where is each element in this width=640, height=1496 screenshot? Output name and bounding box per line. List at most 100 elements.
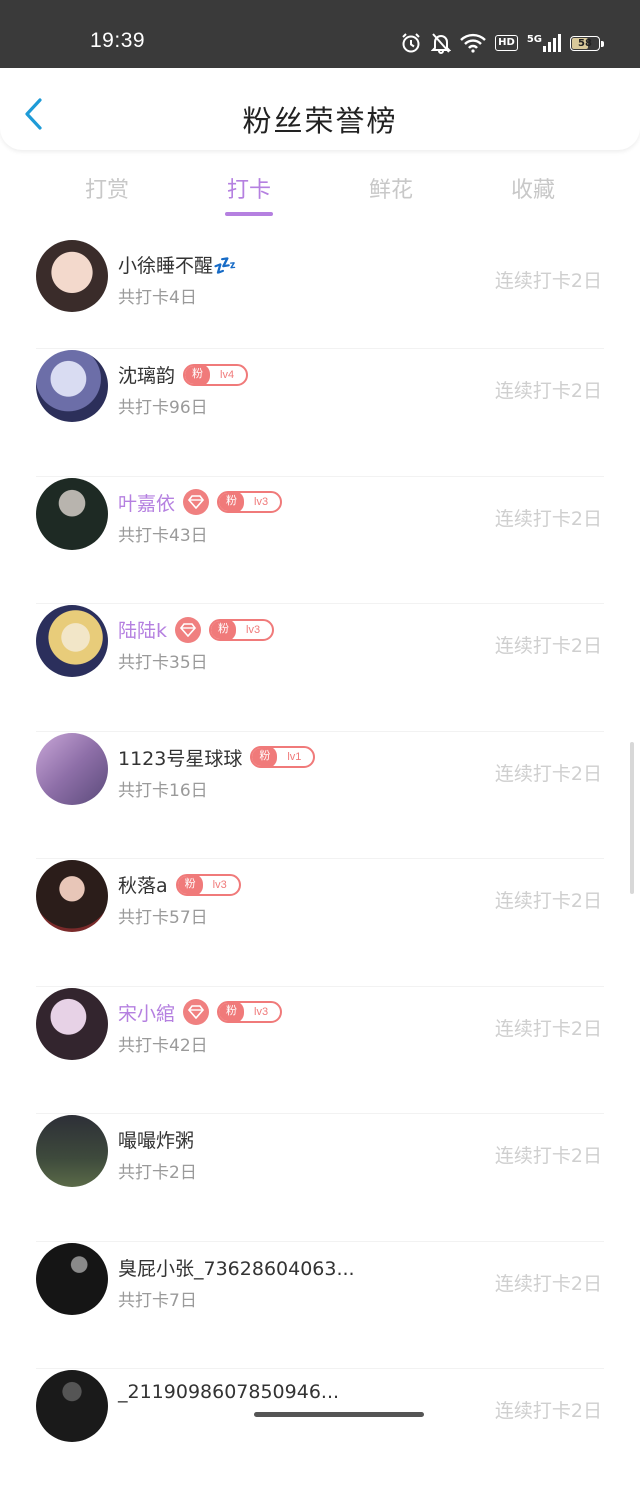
user-name: 1123号星球球	[118, 747, 243, 770]
list-item[interactable]: 1123号星球球 粉 lv1 共打卡16日 连续打卡2日	[0, 730, 640, 859]
diamond-icon	[183, 999, 210, 1025]
total-checkins: 共打卡42日	[118, 1035, 208, 1056]
level-label: lv3	[212, 878, 227, 891]
name-line: 臭屁小张_73628604063...	[118, 1254, 355, 1281]
user-name: 陆陆k	[118, 620, 168, 642]
row-divider	[36, 1368, 604, 1369]
list-item[interactable]: _2119098607850946... 连续打卡2日	[0, 1368, 640, 1496]
tab-label: 打赏	[84, 178, 129, 203]
user-name: 叶嘉依	[118, 492, 176, 515]
tab-favorites[interactable]: 收藏	[473, 172, 593, 204]
name-line: 沈璃韵 粉 lv4	[118, 361, 249, 388]
avatar[interactable]	[36, 860, 108, 932]
total-checkins: 共打卡35日	[118, 653, 208, 673]
total-checkins: 共打卡7日	[118, 1290, 197, 1311]
diamond-icon	[183, 489, 210, 515]
row-divider	[36, 348, 604, 349]
row-divider	[36, 858, 604, 859]
avatar[interactable]	[36, 1242, 108, 1315]
level-label: lv3	[254, 496, 269, 508]
scrollbar[interactable]	[630, 742, 634, 894]
avatar[interactable]	[36, 350, 108, 422]
streak-label: 连续打卡2日	[494, 270, 602, 292]
fan-label: 粉	[211, 620, 237, 639]
name-line: 1123号星球球 粉 lv1	[118, 744, 316, 771]
total-checkins: 共打卡4日	[118, 288, 197, 308]
fan-level-badge: 粉 lv4	[183, 363, 249, 386]
tab-label: 鲜花	[368, 178, 413, 203]
level-label: lv3	[254, 1006, 269, 1018]
user-name: _2119098607850946...	[118, 1381, 340, 1403]
streak-label: 连续打卡2日	[494, 762, 602, 785]
avatar[interactable]	[36, 477, 108, 550]
name-line: 宋小綰 粉 lv3	[118, 999, 283, 1026]
page-title: 粉丝荣誉榜	[242, 104, 398, 138]
home-indicator[interactable]	[254, 1412, 424, 1417]
list-item[interactable]: 秋落a 粉 lv3 共打卡57日 连续打卡2日	[0, 858, 640, 986]
level-label: lv4	[220, 368, 235, 381]
streak-label: 连续打卡2日	[494, 1400, 602, 1422]
streak-label: 连续打卡2日	[494, 1017, 602, 1040]
page-header: 粉丝荣誉榜	[0, 68, 640, 150]
user-name: 沈璃韵	[118, 365, 176, 387]
tab-reward[interactable]: 打赏	[47, 172, 167, 204]
avatar[interactable]	[36, 987, 108, 1060]
hd-icon: HD	[495, 35, 518, 51]
fan-label: 粉	[219, 493, 245, 511]
level-label: lv1	[287, 751, 302, 763]
tab-flowers[interactable]: 鲜花	[331, 172, 451, 204]
list-item[interactable]: 叶嘉依 粉 lv3 共打卡43日 连续打卡2日	[0, 475, 640, 604]
level-label: lv3	[246, 623, 261, 636]
wifi-icon	[460, 33, 487, 53]
fan-level-badge: 粉 lv3	[209, 618, 275, 641]
name-line: 嘬嘬炸粥	[118, 1126, 194, 1153]
list-item[interactable]: 沈璃韵 粉 lv4 共打卡96日 连续打卡2日	[0, 348, 640, 476]
fan-level-badge: 粉 lv3	[217, 1001, 283, 1023]
bell-off-icon	[431, 32, 452, 54]
streak-label: 连续打卡2日	[494, 1145, 602, 1167]
battery-icon: 58	[570, 35, 604, 51]
tab-checkin[interactable]: 打卡	[189, 172, 309, 216]
diamond-icon	[175, 616, 202, 643]
tab-active-indicator	[225, 212, 273, 216]
battery-level: 58	[578, 37, 592, 49]
streak-label: 连续打卡2日	[494, 1272, 602, 1295]
list-item[interactable]: 陆陆k 粉 lv3 共打卡35日 连续打卡2日	[0, 603, 640, 731]
fan-label: 粉	[219, 1003, 245, 1021]
streak-label: 连续打卡2日	[494, 380, 602, 402]
5g-signal-icon: 5G	[527, 34, 561, 52]
total-checkins: 共打卡2日	[118, 1163, 197, 1183]
tab-bar: 打赏 打卡 鲜花 收藏	[0, 150, 640, 240]
list-item[interactable]: 嘬嘬炸粥 共打卡2日 连续打卡2日	[0, 1113, 640, 1241]
network-label: 5G	[526, 34, 542, 45]
name-line: 小徐睡不醒💤	[118, 251, 237, 278]
tab-label: 收藏	[510, 178, 555, 203]
avatar[interactable]	[36, 732, 108, 805]
tab-label: 打卡	[226, 178, 271, 203]
avatar[interactable]	[36, 1115, 108, 1187]
fan-level-badge: 粉 lv3	[175, 873, 241, 896]
fan-label: 粉	[252, 748, 278, 766]
total-checkins: 共打卡16日	[118, 780, 208, 801]
list-item[interactable]: 宋小綰 粉 lv3 共打卡42日 连续打卡2日	[0, 985, 640, 1114]
streak-label: 连续打卡2日	[494, 890, 602, 912]
name-line: 陆陆k 粉 lv3	[118, 616, 275, 643]
fan-level-badge: 粉 lv3	[217, 491, 283, 513]
ranking-list: 小徐睡不醒💤 共打卡4日 连续打卡2日 沈璃韵 粉 lv4 共打卡96日 连续打卡…	[0, 238, 640, 1496]
user-name: 小徐睡不醒💤	[118, 255, 237, 277]
name-line: 叶嘉依 粉 lv3	[118, 489, 283, 516]
alarm-icon	[400, 32, 422, 54]
list-item[interactable]: 臭屁小张_73628604063... 共打卡7日 连续打卡2日	[0, 1240, 640, 1369]
user-name: 秋落a	[118, 875, 168, 897]
row-divider	[36, 603, 604, 604]
fan-label: 粉	[177, 875, 203, 894]
total-checkins: 共打卡57日	[118, 908, 208, 928]
fan-label: 粉	[185, 365, 211, 384]
list-item[interactable]: 小徐睡不醒💤 共打卡4日 连续打卡2日	[0, 238, 640, 348]
row-divider	[36, 985, 604, 987]
avatar[interactable]	[36, 240, 108, 312]
streak-label: 连续打卡2日	[494, 635, 602, 657]
user-name: 嘬嘬炸粥	[118, 1130, 195, 1152]
avatar[interactable]	[36, 1370, 108, 1442]
avatar[interactable]	[36, 605, 108, 677]
